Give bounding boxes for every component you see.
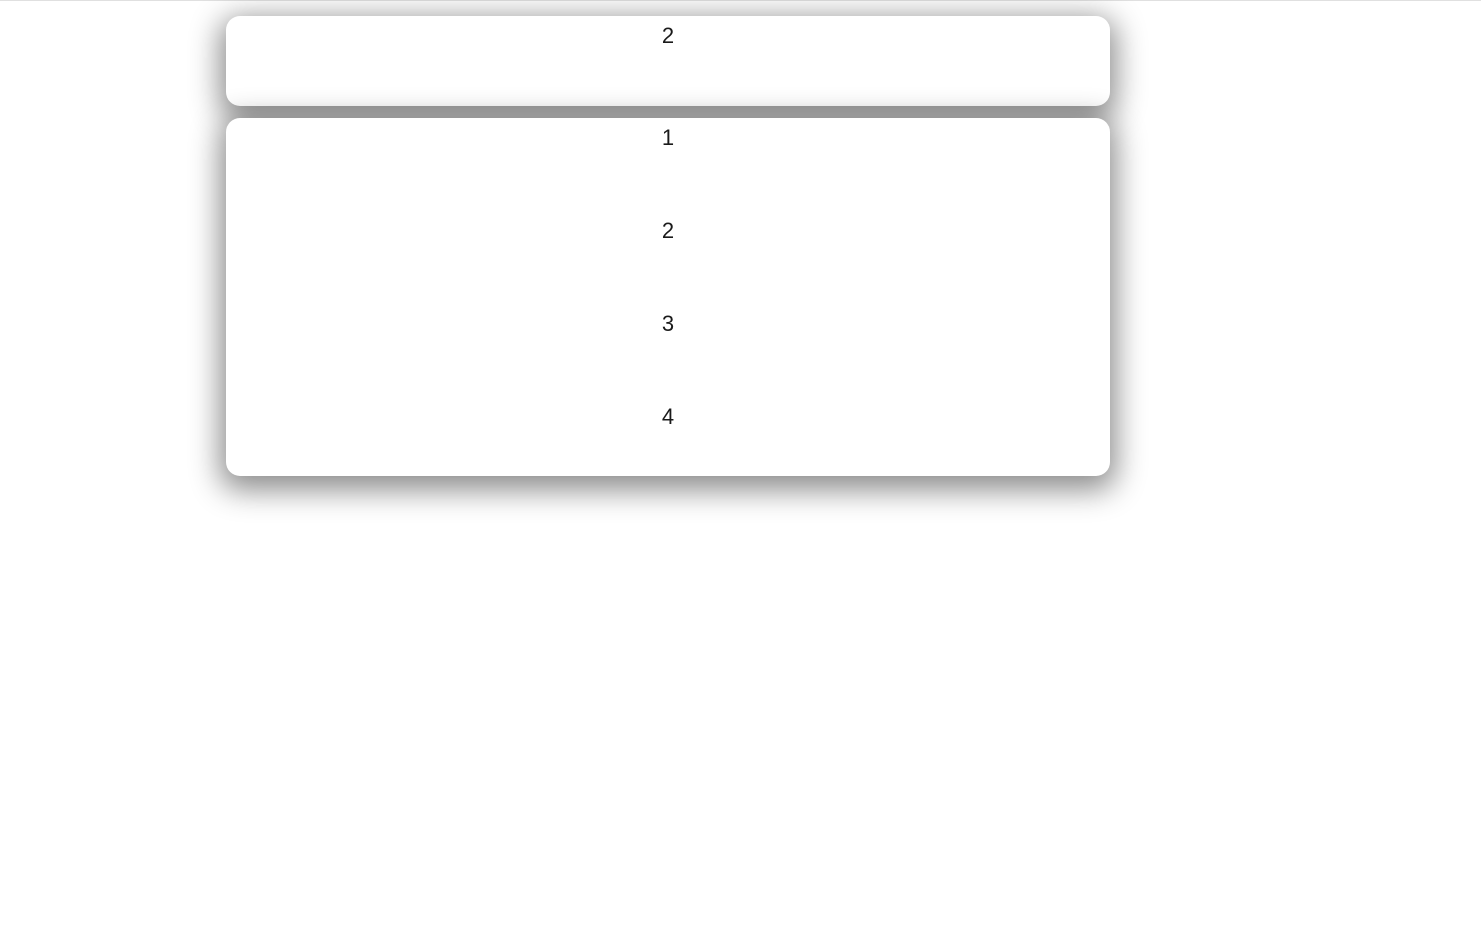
list-item: 1 — [226, 121, 1110, 152]
list-item: 3 — [226, 307, 1110, 338]
bottom-card: 1 2 3 4 — [226, 118, 1110, 476]
list-item: 4 — [226, 400, 1110, 431]
list-item: 2 — [226, 214, 1110, 245]
top-card-number: 2 — [226, 19, 1110, 50]
top-card: 2 — [226, 16, 1110, 106]
card-container: 2 1 2 3 4 — [226, 16, 1110, 488]
